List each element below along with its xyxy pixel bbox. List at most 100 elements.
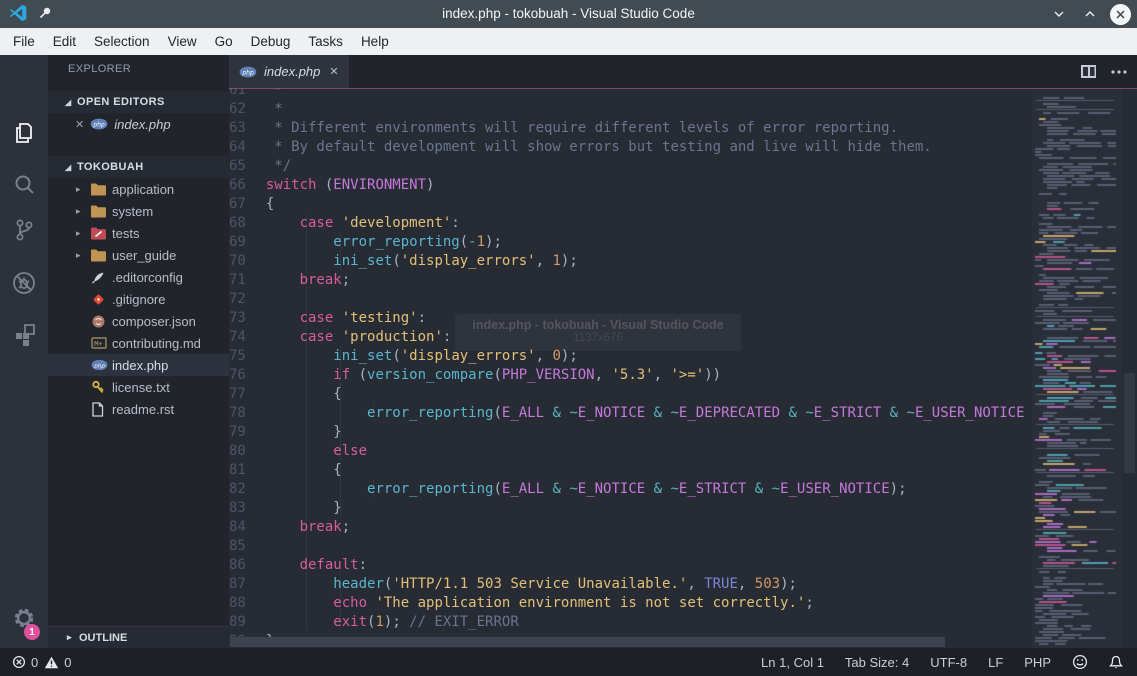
tree-item-editorconfig[interactable]: .editorconfig <box>48 266 229 288</box>
line-number[interactable]: 86 <box>229 557 266 573</box>
extensions-icon[interactable] <box>0 315 48 355</box>
code-line[interactable]: 70 ini_set('display_errors', 1); <box>229 251 1032 270</box>
eol-sequence[interactable]: LF <box>988 655 1003 670</box>
tree-item-user_guide[interactable]: ▸user_guide <box>48 244 229 266</box>
code-line[interactable]: 64 * By default development will show er… <box>229 137 1032 156</box>
open-editor-item[interactable]: ✕ php index.php <box>48 113 229 135</box>
tree-item-gitignore[interactable]: .gitignore <box>48 288 229 310</box>
code-view[interactable]: 61 *62 *63 * Different environments will… <box>229 88 1032 648</box>
menu-debug[interactable]: Debug <box>242 30 300 53</box>
notifications-bell-icon[interactable] <box>1109 655 1123 670</box>
code-line[interactable]: 85 <box>229 536 1032 555</box>
code-editor[interactable]: 61 *62 *63 * Different environments will… <box>229 88 1137 648</box>
language-mode[interactable]: PHP <box>1024 655 1051 670</box>
menu-selection[interactable]: Selection <box>85 30 159 53</box>
code-line[interactable]: 86 default: <box>229 555 1032 574</box>
line-number[interactable]: 64 <box>229 139 266 155</box>
indentation[interactable]: Tab Size: 4 <box>845 655 909 670</box>
code-line[interactable]: 84 break; <box>229 517 1032 536</box>
code-line[interactable]: 62 * <box>229 99 1032 118</box>
line-number[interactable]: 80 <box>229 443 266 459</box>
line-number[interactable]: 73 <box>229 310 266 326</box>
open-editors-header[interactable]: ◢ OPEN EDITORS <box>48 91 229 113</box>
menu-edit[interactable]: Edit <box>44 30 85 53</box>
line-number[interactable]: 84 <box>229 519 266 535</box>
tab-index-php[interactable]: php index.php ✕ <box>229 55 349 88</box>
search-icon[interactable] <box>0 165 48 205</box>
line-number[interactable]: 61 <box>229 88 266 98</box>
line-number[interactable]: 87 <box>229 576 266 592</box>
code-line[interactable]: 80 else <box>229 441 1032 460</box>
line-number[interactable]: 82 <box>229 481 266 497</box>
chevron-right-icon[interactable]: ▸ <box>76 250 86 261</box>
minimize-button[interactable] <box>1048 3 1070 25</box>
code-line[interactable]: 67{ <box>229 194 1032 213</box>
code-line[interactable]: 68 case 'development': <box>229 213 1032 232</box>
tree-item-contributing-md[interactable]: M+contributing.md <box>48 332 229 354</box>
line-number[interactable]: 79 <box>229 424 266 440</box>
line-number[interactable]: 85 <box>229 538 266 554</box>
line-number[interactable]: 81 <box>229 462 266 478</box>
line-number[interactable]: 67 <box>229 196 266 212</box>
title-bar[interactable]: index.php - tokobuah - Visual Studio Cod… <box>0 0 1137 28</box>
vertical-scrollbar[interactable] <box>1122 88 1137 648</box>
code-line[interactable]: 83 } <box>229 498 1032 517</box>
debug-icon[interactable] <box>0 263 48 303</box>
outline-header[interactable]: ▸ OUTLINE <box>48 626 229 648</box>
problems-warnings[interactable]: 0 <box>44 655 71 670</box>
line-number[interactable]: 75 <box>229 348 266 364</box>
tree-item-index-php[interactable]: phpindex.php <box>48 354 229 376</box>
project-folder-header[interactable]: ◢ TOKOBUAH <box>48 156 229 178</box>
code-line[interactable]: 65 */ <box>229 156 1032 175</box>
code-line[interactable]: 78 error_reporting(E_ALL & ~E_NOTICE & ~… <box>229 403 1032 422</box>
code-line[interactable]: 87 header('HTTP/1.1 503 Service Unavaila… <box>229 574 1032 593</box>
encoding[interactable]: UTF-8 <box>930 655 967 670</box>
more-actions-icon[interactable] <box>1111 70 1127 74</box>
code-line[interactable]: 79 } <box>229 422 1032 441</box>
code-line[interactable]: 63 * Different environments will require… <box>229 118 1032 137</box>
line-number[interactable]: 76 <box>229 367 266 383</box>
line-number[interactable]: 66 <box>229 177 266 193</box>
menu-view[interactable]: View <box>159 30 206 53</box>
tree-item-composer-json[interactable]: composer.json <box>48 310 229 332</box>
horizontal-scrollbar[interactable] <box>230 637 945 647</box>
code-line[interactable]: 66switch (ENVIRONMENT) <box>229 175 1032 194</box>
tree-item-license-txt[interactable]: license.txt <box>48 376 229 398</box>
line-number[interactable]: 77 <box>229 386 266 402</box>
tree-item-tests[interactable]: ▸tests <box>48 222 229 244</box>
line-number[interactable]: 88 <box>229 595 266 611</box>
line-number[interactable]: 65 <box>229 158 266 174</box>
line-number[interactable]: 74 <box>229 329 266 345</box>
explorer-icon[interactable] <box>0 113 48 153</box>
scrollbar-slider[interactable] <box>1124 373 1135 473</box>
code-line[interactable]: 61 * <box>229 88 1032 99</box>
line-number[interactable]: 71 <box>229 272 266 288</box>
code-line[interactable]: 77 { <box>229 384 1032 403</box>
feedback-smiley-icon[interactable] <box>1072 654 1088 670</box>
close-editor-icon[interactable]: ✕ <box>75 118 84 131</box>
tree-item-application[interactable]: ▸application <box>48 178 229 200</box>
maximize-button[interactable] <box>1079 3 1101 25</box>
code-line[interactable]: 88 echo 'The application environment is … <box>229 593 1032 612</box>
menu-tasks[interactable]: Tasks <box>299 30 352 53</box>
menu-file[interactable]: File <box>4 30 44 53</box>
tree-item-readme-rst[interactable]: readme.rst <box>48 398 229 420</box>
split-editor-icon[interactable] <box>1080 64 1097 79</box>
code-line[interactable]: 71 break; <box>229 270 1032 289</box>
menu-help[interactable]: Help <box>352 30 398 53</box>
line-number[interactable]: 89 <box>229 614 266 630</box>
code-line[interactable]: 72 <box>229 289 1032 308</box>
code-line[interactable]: 76 if (version_compare(PHP_VERSION, '5.3… <box>229 365 1032 384</box>
line-number[interactable]: 62 <box>229 101 266 117</box>
cursor-position[interactable]: Ln 1, Col 1 <box>761 655 824 670</box>
chevron-right-icon[interactable]: ▸ <box>76 184 86 195</box>
line-number[interactable]: 83 <box>229 500 266 516</box>
code-line[interactable]: 82 error_reporting(E_ALL & ~E_NOTICE & ~… <box>229 479 1032 498</box>
chevron-right-icon[interactable]: ▸ <box>76 206 86 217</box>
tab-close-icon[interactable]: ✕ <box>329 65 338 78</box>
line-number[interactable]: 69 <box>229 234 266 250</box>
line-number[interactable]: 78 <box>229 405 266 421</box>
problems-errors[interactable]: 0 <box>12 655 38 670</box>
line-number[interactable]: 63 <box>229 120 266 136</box>
line-number[interactable]: 72 <box>229 291 266 307</box>
